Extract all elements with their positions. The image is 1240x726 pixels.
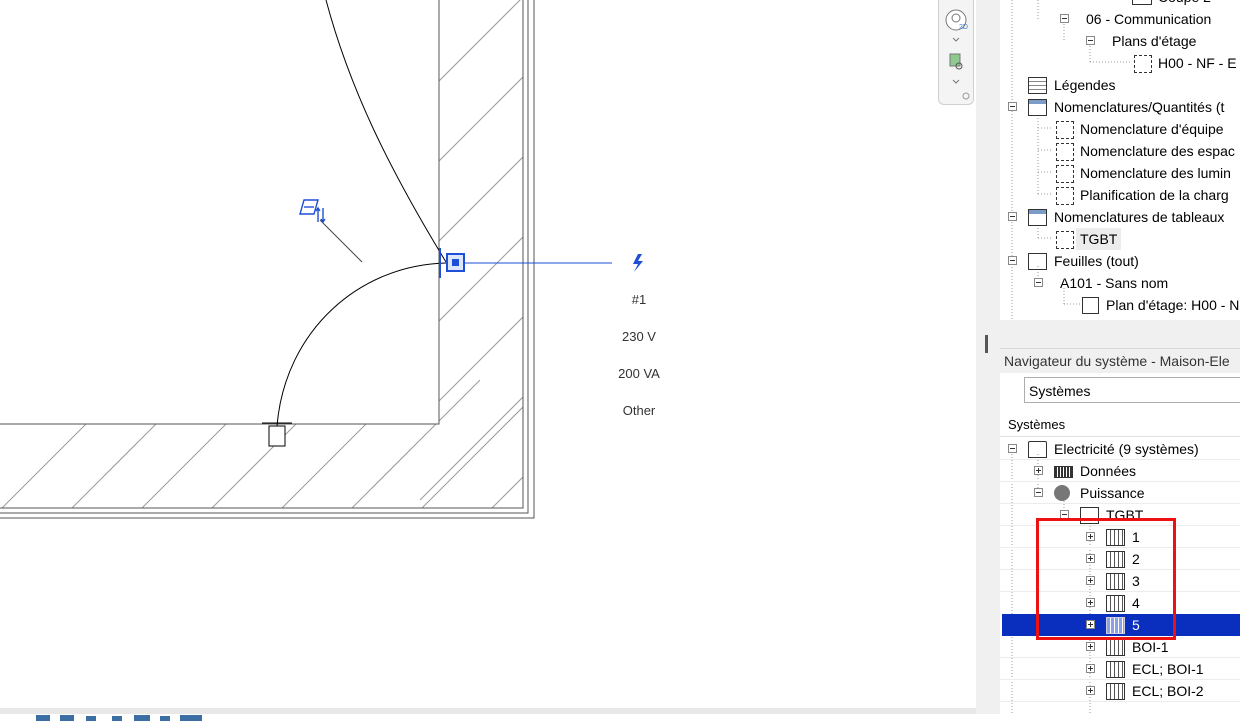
- tree-item[interactable]: TGBT: [1000, 228, 1240, 250]
- browser-panel: Coupe 2 06 - Communication Plans d'étage…: [1000, 0, 1240, 714]
- tree-item-donnees[interactable]: Données: [1000, 460, 1240, 482]
- view-icon: [1056, 187, 1074, 205]
- sheet-view-icon: [1082, 297, 1099, 314]
- schedule-icon: [1028, 99, 1047, 116]
- circuit-icon: [1106, 683, 1125, 700]
- view-icon: [1056, 231, 1074, 249]
- expand-toggle[interactable]: [1086, 642, 1095, 651]
- expand-toggle[interactable]: [1086, 576, 1095, 585]
- collapse-toggle[interactable]: [1086, 36, 1095, 45]
- view-icon: [1134, 55, 1152, 73]
- section-view-icon: [1132, 0, 1152, 5]
- tree-item[interactable]: Nomenclature des lumin: [1000, 162, 1240, 184]
- circuit-icon: [1106, 617, 1125, 634]
- navigation-bar: 2D: [938, 0, 974, 105]
- folder-icon: [1080, 507, 1099, 524]
- panel-splitter[interactable]: [976, 0, 1000, 714]
- door-swing: [276, 0, 447, 427]
- collapse-toggle[interactable]: [1060, 510, 1069, 519]
- tree-item[interactable]: H00 - NF - E: [1000, 52, 1240, 74]
- tag-leader: [319, 219, 363, 263]
- tag-icon[interactable]: [299, 199, 326, 224]
- system-browser-title: Navigateur du système - Maison-Ele: [1000, 348, 1240, 373]
- circuit-icon: [1106, 573, 1125, 590]
- tree-item[interactable]: Plan d'étage: H00 - N: [1000, 294, 1240, 316]
- zoom-icon[interactable]: [949, 53, 963, 70]
- tree-item[interactable]: Coupe 2: [1000, 0, 1240, 8]
- lightning-icon[interactable]: [633, 254, 643, 272]
- floor-plan-drawing[interactable]: [0, 0, 976, 708]
- data-icon: [1054, 466, 1073, 478]
- fixture-symbol[interactable]: [262, 422, 292, 447]
- collapse-toggle[interactable]: [1008, 212, 1017, 221]
- tree-item-circuit-1[interactable]: 1: [1000, 526, 1240, 548]
- tree-item-electricite[interactable]: Electricité (9 systèmes): [1000, 438, 1240, 460]
- collapse-toggle[interactable]: [1034, 278, 1043, 287]
- sheets-icon: [1028, 253, 1047, 270]
- view-controls-icon[interactable]: [36, 715, 202, 721]
- power-icon: [1054, 485, 1070, 501]
- tree-item-tgbt[interactable]: TGBT: [1000, 504, 1240, 526]
- close-icon[interactable]: [962, 92, 970, 100]
- view-icon: [1056, 121, 1074, 139]
- tree-item[interactable]: Plans d'étage: [1000, 30, 1240, 52]
- splitter-grip[interactable]: [985, 335, 988, 353]
- circuit-icon: [1106, 661, 1125, 678]
- folder-icon: [1028, 441, 1047, 458]
- expand-toggle[interactable]: [1086, 686, 1095, 695]
- tree-item[interactable]: Nomenclature des espac: [1000, 140, 1240, 162]
- tree-item[interactable]: Légendes: [1000, 74, 1240, 96]
- chevron-down-icon[interactable]: [952, 79, 960, 84]
- tree-item[interactable]: Nomenclatures/Quantités (t: [1000, 96, 1240, 118]
- legend-icon: [1028, 77, 1047, 94]
- tree-item[interactable]: Nomenclature d'équipe: [1000, 118, 1240, 140]
- tree-item-puissance[interactable]: Puissance: [1000, 482, 1240, 504]
- collapse-toggle[interactable]: [1008, 256, 1017, 265]
- tree-item[interactable]: Feuilles (tout): [1000, 250, 1240, 272]
- collapse-toggle[interactable]: [1034, 488, 1043, 497]
- systems-filter-dropdown[interactable]: Systèmes: [1024, 377, 1240, 403]
- panel-schedule-icon: [1028, 209, 1047, 226]
- tree-item[interactable]: 06 - Communication: [1000, 8, 1240, 30]
- tree-item-ecl-boi-1[interactable]: ECL; BOI-1: [1000, 658, 1240, 680]
- expand-toggle[interactable]: [1086, 664, 1095, 673]
- steering-wheel-icon[interactable]: 2D: [945, 9, 968, 31]
- systems-column-header[interactable]: Systèmes: [1000, 414, 1240, 437]
- status-bar: [0, 708, 976, 721]
- circuit-tag-label: #1: [631, 292, 647, 307]
- circuit-icon: [1106, 595, 1125, 612]
- expand-toggle[interactable]: [1086, 598, 1095, 607]
- tree-item[interactable]: A101 - Sans nom: [1000, 272, 1240, 294]
- tree-item-circuit-4[interactable]: 4: [1000, 592, 1240, 614]
- tree-item[interactable]: Planification de la charg: [1000, 184, 1240, 206]
- tree-item-boi-1[interactable]: BOI-1: [1000, 636, 1240, 658]
- circuit-icon: [1106, 551, 1125, 568]
- expand-toggle[interactable]: [1086, 554, 1095, 563]
- load-class-label: Other: [622, 403, 656, 418]
- wall-hatch: [0, 0, 523, 508]
- expand-toggle[interactable]: [1034, 466, 1043, 475]
- expand-toggle[interactable]: [1086, 532, 1095, 541]
- chevron-down-icon[interactable]: [952, 37, 960, 42]
- view-icon: [1056, 165, 1074, 183]
- tree-item[interactable]: Nomenclatures de tableaux: [1000, 206, 1240, 228]
- tree-item-circuit-3[interactable]: 3: [1000, 570, 1240, 592]
- collapse-toggle[interactable]: [1008, 444, 1017, 453]
- drawing-canvas[interactable]: #1 230 V 200 VA Other 2D: [0, 0, 976, 708]
- svg-text:2D: 2D: [959, 24, 968, 31]
- panel-divider[interactable]: [1000, 320, 1240, 348]
- tree-item-circuit-5[interactable]: 5: [1002, 614, 1240, 636]
- circuit-icon: [1106, 529, 1125, 546]
- tree-item-circuit-2[interactable]: 2: [1000, 548, 1240, 570]
- collapse-toggle[interactable]: [1060, 14, 1069, 23]
- circuit-icon: [1106, 639, 1125, 656]
- expand-toggle[interactable]: [1086, 620, 1095, 629]
- collapse-toggle[interactable]: [1008, 102, 1017, 111]
- voltage-label: 230 V: [622, 329, 656, 344]
- power-label: 200 VA: [618, 366, 660, 381]
- view-icon: [1056, 143, 1074, 161]
- tree-item-ecl-boi-2[interactable]: ECL; BOI-2: [1000, 680, 1240, 702]
